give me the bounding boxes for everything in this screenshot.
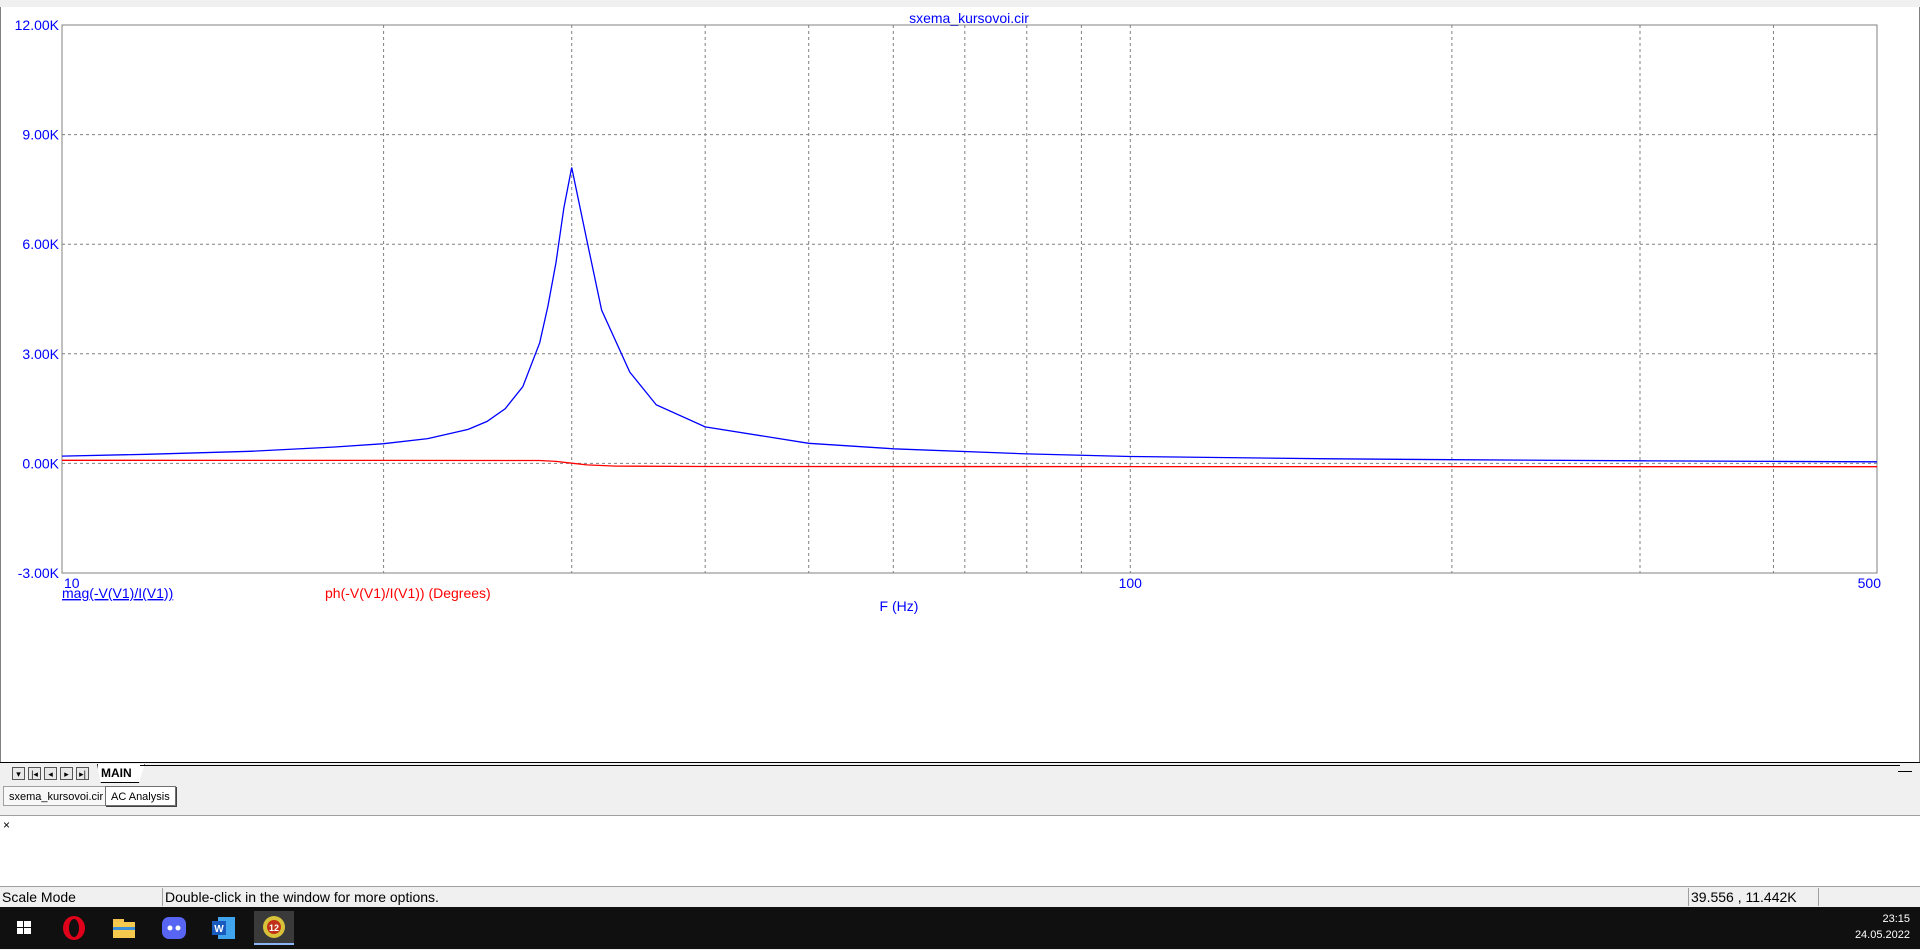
- last-sheet-button[interactable]: ▸|: [76, 767, 89, 780]
- svg-text:12: 12: [269, 923, 279, 933]
- file-explorer-icon[interactable]: [104, 911, 144, 945]
- status-coords: 39.556 , 11.442K: [1688, 888, 1818, 906]
- y-axis-ticks: 12.00K 9.00K 6.00K 3.00K 0.00K -3.00K: [15, 17, 60, 581]
- y-tick-label: 12.00K: [15, 17, 60, 33]
- grid-lines: [62, 25, 1877, 573]
- sheet-divider: [140, 765, 1900, 766]
- y-tick-label: 6.00K: [22, 236, 59, 252]
- x-axis-label: F (Hz): [880, 598, 919, 614]
- magnitude-trace: [61, 167, 1878, 463]
- sheet-tab-bar: ▾ |◂ ◂ ▸ ▸| MAIN: [0, 762, 1920, 785]
- first-sheet-button[interactable]: |◂: [28, 767, 41, 780]
- status-bar: Scale Mode Double-click in the window fo…: [0, 887, 1920, 907]
- legend-phase[interactable]: ph(-V(V1)/I(V1)) (Degrees): [325, 585, 491, 601]
- prev-sheet-button[interactable]: ◂: [44, 767, 57, 780]
- y-tick-label: -3.00K: [18, 565, 60, 581]
- y-tick-label: 3.00K: [22, 346, 59, 362]
- x-tick-label: 100: [1119, 575, 1143, 591]
- plot-frame: [61, 24, 1878, 574]
- tab-main[interactable]: MAIN: [97, 764, 145, 783]
- status-empty: [1818, 888, 1920, 906]
- y-tick-label: 9.00K: [22, 127, 59, 143]
- taskbar: W 12 23:15 24.05.2022: [0, 907, 1920, 949]
- opera-icon[interactable]: [54, 911, 94, 945]
- clock-date: 24.05.2022: [1854, 929, 1910, 941]
- svg-text:W: W: [214, 924, 224, 935]
- word-icon[interactable]: W: [204, 911, 244, 945]
- x-tick-label: 500: [1858, 575, 1882, 591]
- sheet-menu-button[interactable]: ▾: [12, 767, 25, 780]
- series-layer: [61, 167, 1878, 468]
- plot-window[interactable]: sxema_kursovoi.cir 12.00K 9.00K 6.00K 3.00K…: [0, 7, 1920, 771]
- clock-time: 23:15: [1882, 913, 1910, 925]
- document-tab-bar: sxema_kursovoi.cir AC Analysis: [0, 785, 1920, 810]
- status-mode: Scale Mode: [2, 889, 76, 905]
- next-sheet-button[interactable]: ▸: [60, 767, 73, 780]
- discord-icon[interactable]: [154, 911, 194, 945]
- windows-start-icon[interactable]: [4, 911, 44, 945]
- output-panel[interactable]: ×: [0, 815, 1920, 887]
- status-hint: Double-click in the window for more opti…: [162, 888, 1688, 906]
- plot-title: sxema_kursovoi.cir: [909, 10, 1029, 26]
- y-tick-label: 0.00K: [22, 455, 59, 471]
- microcap-icon[interactable]: 12: [254, 911, 294, 945]
- sheet-end-marker: [1898, 771, 1912, 772]
- system-clock[interactable]: 23:15 24.05.2022: [1855, 911, 1910, 943]
- tab-ac-analysis[interactable]: AC Analysis: [105, 786, 176, 806]
- tab-circuit-file[interactable]: sxema_kursovoi.cir: [3, 786, 110, 806]
- close-icon[interactable]: ×: [3, 818, 10, 832]
- legend-magnitude[interactable]: mag(-V(V1)/I(V1)): [62, 585, 173, 601]
- plot-canvas[interactable]: sxema_kursovoi.cir 12.00K 9.00K 6.00K 3.00K…: [1, 7, 1919, 762]
